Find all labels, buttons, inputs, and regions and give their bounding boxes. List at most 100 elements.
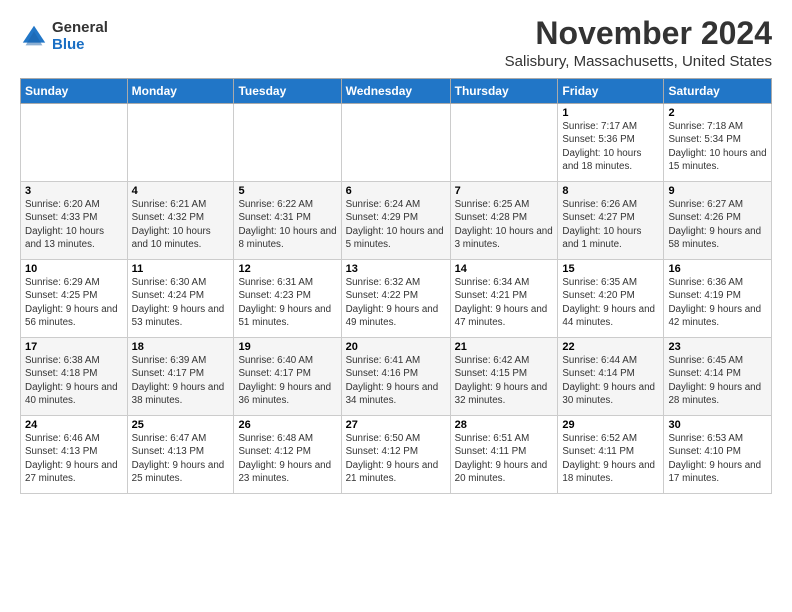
day-number: 7 — [455, 185, 554, 197]
day-info: Sunrise: 6:27 AM Sunset: 4:26 PM Dayligh… — [668, 198, 767, 251]
day-info: Sunrise: 6:38 AM Sunset: 4:18 PM Dayligh… — [25, 354, 123, 407]
calendar-cell: 6Sunrise: 6:24 AM Sunset: 4:29 PM Daylig… — [341, 182, 450, 260]
day-info: Sunrise: 6:46 AM Sunset: 4:13 PM Dayligh… — [25, 432, 123, 485]
calendar-cell — [21, 104, 128, 182]
calendar-cell: 25Sunrise: 6:47 AM Sunset: 4:13 PM Dayli… — [127, 416, 234, 494]
day-info: Sunrise: 6:22 AM Sunset: 4:31 PM Dayligh… — [238, 198, 336, 251]
day-number: 1 — [562, 107, 659, 119]
calendar-week-3: 17Sunrise: 6:38 AM Sunset: 4:18 PM Dayli… — [21, 338, 772, 416]
month-title: November 2024 — [505, 16, 772, 51]
calendar-cell: 10Sunrise: 6:29 AM Sunset: 4:25 PM Dayli… — [21, 260, 128, 338]
day-info: Sunrise: 6:44 AM Sunset: 4:14 PM Dayligh… — [562, 354, 659, 407]
day-info: Sunrise: 6:50 AM Sunset: 4:12 PM Dayligh… — [346, 432, 446, 485]
day-info: Sunrise: 6:36 AM Sunset: 4:19 PM Dayligh… — [668, 276, 767, 329]
day-info: Sunrise: 6:35 AM Sunset: 4:20 PM Dayligh… — [562, 276, 659, 329]
day-number: 14 — [455, 263, 554, 275]
day-number: 19 — [238, 341, 336, 353]
header-friday: Friday — [558, 79, 664, 104]
calendar-week-2: 10Sunrise: 6:29 AM Sunset: 4:25 PM Dayli… — [21, 260, 772, 338]
day-info: Sunrise: 6:39 AM Sunset: 4:17 PM Dayligh… — [132, 354, 230, 407]
day-info: Sunrise: 6:45 AM Sunset: 4:14 PM Dayligh… — [668, 354, 767, 407]
calendar-cell — [234, 104, 341, 182]
day-number: 13 — [346, 263, 446, 275]
calendar-cell: 20Sunrise: 6:41 AM Sunset: 4:16 PM Dayli… — [341, 338, 450, 416]
day-number: 9 — [668, 185, 767, 197]
logo: General Blue — [20, 20, 108, 53]
day-number: 30 — [668, 419, 767, 431]
logo-icon — [20, 23, 48, 51]
day-number: 10 — [25, 263, 123, 275]
day-number: 5 — [238, 185, 336, 197]
calendar-cell: 9Sunrise: 6:27 AM Sunset: 4:26 PM Daylig… — [664, 182, 772, 260]
calendar-cell: 24Sunrise: 6:46 AM Sunset: 4:13 PM Dayli… — [21, 416, 128, 494]
calendar-header-row: Sunday Monday Tuesday Wednesday Thursday… — [21, 79, 772, 104]
day-info: Sunrise: 6:20 AM Sunset: 4:33 PM Dayligh… — [25, 198, 123, 251]
day-number: 12 — [238, 263, 336, 275]
calendar-cell: 17Sunrise: 6:38 AM Sunset: 4:18 PM Dayli… — [21, 338, 128, 416]
day-number: 21 — [455, 341, 554, 353]
day-number: 8 — [562, 185, 659, 197]
day-number: 27 — [346, 419, 446, 431]
day-number: 26 — [238, 419, 336, 431]
calendar-cell: 8Sunrise: 6:26 AM Sunset: 4:27 PM Daylig… — [558, 182, 664, 260]
calendar-cell: 18Sunrise: 6:39 AM Sunset: 4:17 PM Dayli… — [127, 338, 234, 416]
calendar-cell: 5Sunrise: 6:22 AM Sunset: 4:31 PM Daylig… — [234, 182, 341, 260]
day-number: 16 — [668, 263, 767, 275]
day-number: 29 — [562, 419, 659, 431]
calendar-cell: 30Sunrise: 6:53 AM Sunset: 4:10 PM Dayli… — [664, 416, 772, 494]
calendar-cell: 28Sunrise: 6:51 AM Sunset: 4:11 PM Dayli… — [450, 416, 558, 494]
day-info: Sunrise: 6:26 AM Sunset: 4:27 PM Dayligh… — [562, 198, 659, 251]
day-info: Sunrise: 6:25 AM Sunset: 4:28 PM Dayligh… — [455, 198, 554, 251]
calendar-week-4: 24Sunrise: 6:46 AM Sunset: 4:13 PM Dayli… — [21, 416, 772, 494]
day-number: 11 — [132, 263, 230, 275]
day-number: 22 — [562, 341, 659, 353]
calendar-table: Sunday Monday Tuesday Wednesday Thursday… — [20, 78, 772, 494]
location-title: Salisbury, Massachusetts, United States — [505, 53, 772, 70]
day-info: Sunrise: 6:40 AM Sunset: 4:17 PM Dayligh… — [238, 354, 336, 407]
day-info: Sunrise: 7:17 AM Sunset: 5:36 PM Dayligh… — [562, 120, 659, 173]
day-info: Sunrise: 6:42 AM Sunset: 4:15 PM Dayligh… — [455, 354, 554, 407]
calendar-week-1: 3Sunrise: 6:20 AM Sunset: 4:33 PM Daylig… — [21, 182, 772, 260]
calendar-cell: 29Sunrise: 6:52 AM Sunset: 4:11 PM Dayli… — [558, 416, 664, 494]
day-number: 20 — [346, 341, 446, 353]
logo-blue: Blue — [52, 37, 108, 54]
calendar-cell: 21Sunrise: 6:42 AM Sunset: 4:15 PM Dayli… — [450, 338, 558, 416]
calendar-cell — [341, 104, 450, 182]
calendar-cell: 13Sunrise: 6:32 AM Sunset: 4:22 PM Dayli… — [341, 260, 450, 338]
day-info: Sunrise: 6:47 AM Sunset: 4:13 PM Dayligh… — [132, 432, 230, 485]
day-info: Sunrise: 6:41 AM Sunset: 4:16 PM Dayligh… — [346, 354, 446, 407]
day-info: Sunrise: 6:24 AM Sunset: 4:29 PM Dayligh… — [346, 198, 446, 251]
day-number: 6 — [346, 185, 446, 197]
calendar-cell — [127, 104, 234, 182]
calendar-cell: 1Sunrise: 7:17 AM Sunset: 5:36 PM Daylig… — [558, 104, 664, 182]
day-info: Sunrise: 6:30 AM Sunset: 4:24 PM Dayligh… — [132, 276, 230, 329]
day-number: 15 — [562, 263, 659, 275]
header: General Blue November 2024 Salisbury, Ma… — [20, 16, 772, 70]
calendar-cell: 14Sunrise: 6:34 AM Sunset: 4:21 PM Dayli… — [450, 260, 558, 338]
calendar-cell: 22Sunrise: 6:44 AM Sunset: 4:14 PM Dayli… — [558, 338, 664, 416]
calendar-cell: 23Sunrise: 6:45 AM Sunset: 4:14 PM Dayli… — [664, 338, 772, 416]
calendar-cell — [450, 104, 558, 182]
day-info: Sunrise: 6:52 AM Sunset: 4:11 PM Dayligh… — [562, 432, 659, 485]
day-number: 3 — [25, 185, 123, 197]
header-tuesday: Tuesday — [234, 79, 341, 104]
page: General Blue November 2024 Salisbury, Ma… — [0, 0, 792, 504]
calendar-cell: 2Sunrise: 7:18 AM Sunset: 5:34 PM Daylig… — [664, 104, 772, 182]
calendar-week-0: 1Sunrise: 7:17 AM Sunset: 5:36 PM Daylig… — [21, 104, 772, 182]
day-number: 17 — [25, 341, 123, 353]
day-number: 28 — [455, 419, 554, 431]
calendar-cell: 3Sunrise: 6:20 AM Sunset: 4:33 PM Daylig… — [21, 182, 128, 260]
day-info: Sunrise: 6:29 AM Sunset: 4:25 PM Dayligh… — [25, 276, 123, 329]
day-info: Sunrise: 6:21 AM Sunset: 4:32 PM Dayligh… — [132, 198, 230, 251]
day-info: Sunrise: 6:53 AM Sunset: 4:10 PM Dayligh… — [668, 432, 767, 485]
day-number: 4 — [132, 185, 230, 197]
calendar-cell: 11Sunrise: 6:30 AM Sunset: 4:24 PM Dayli… — [127, 260, 234, 338]
day-info: Sunrise: 6:48 AM Sunset: 4:12 PM Dayligh… — [238, 432, 336, 485]
day-number: 2 — [668, 107, 767, 119]
calendar-cell: 4Sunrise: 6:21 AM Sunset: 4:32 PM Daylig… — [127, 182, 234, 260]
header-saturday: Saturday — [664, 79, 772, 104]
logo-text: General Blue — [52, 20, 108, 53]
calendar-cell: 12Sunrise: 6:31 AM Sunset: 4:23 PM Dayli… — [234, 260, 341, 338]
day-info: Sunrise: 6:34 AM Sunset: 4:21 PM Dayligh… — [455, 276, 554, 329]
day-number: 23 — [668, 341, 767, 353]
